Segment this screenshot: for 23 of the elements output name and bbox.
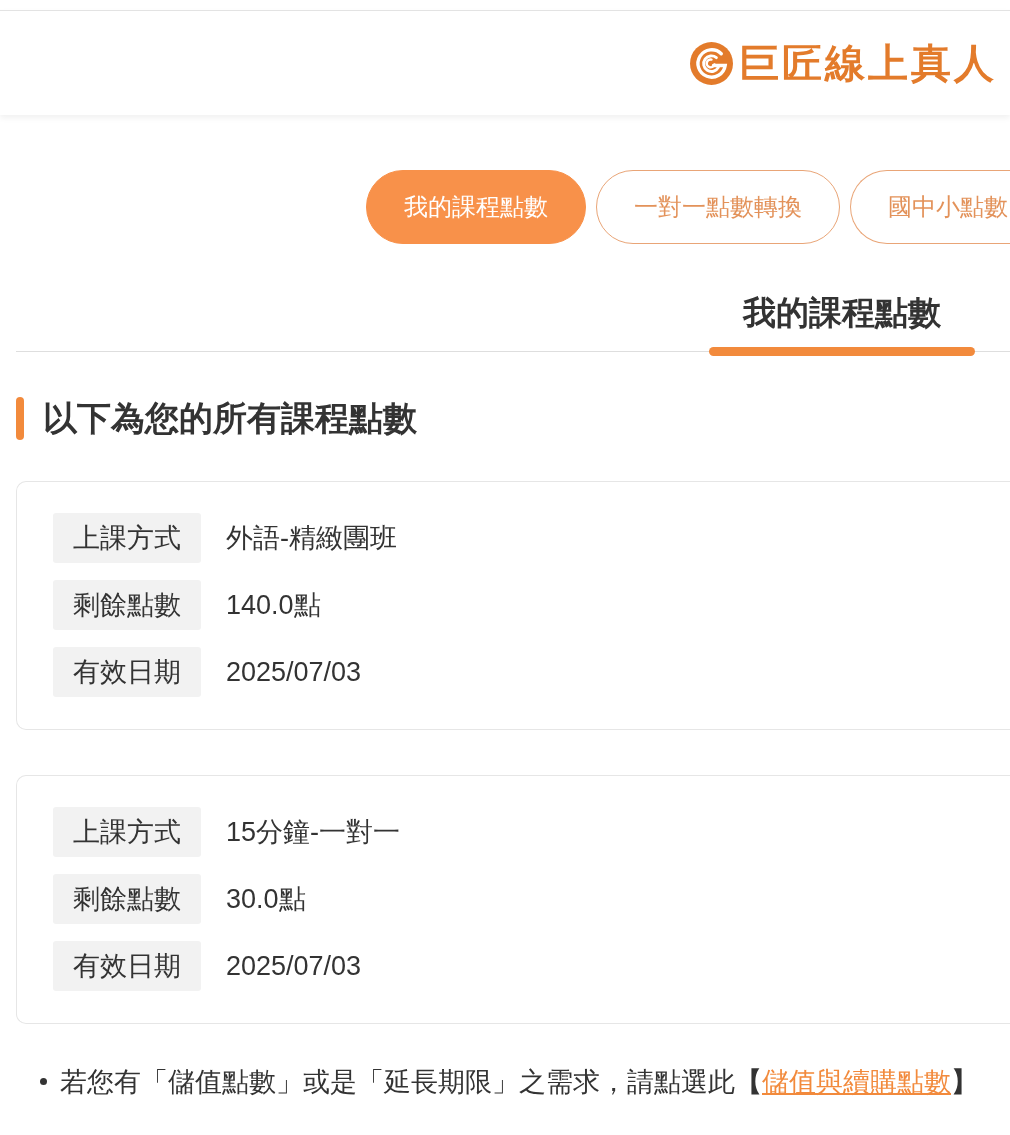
top-up-link[interactable]: 儲值與續購點數 [762,1066,951,1097]
note-text: 若您有「儲值點數」或是「延長期限」之需求，請點選此【儲值與續購點數】 [60,1065,978,1099]
field-label: 有效日期 [53,646,201,697]
field-value: 2025/07/03 [226,949,362,983]
category-tab[interactable]: 我的課程點數 [366,170,586,244]
field-label: 上課方式 [53,512,201,563]
bullet-icon [40,1078,47,1085]
field-value: 外語-精緻團班 [226,521,397,555]
heading-accent-bar [16,396,24,440]
section-tab[interactable]: 我的課程點數 [709,290,975,356]
category-tab[interactable]: 國中小點數 [850,170,1010,244]
field-label: 上課方式 [53,806,201,857]
field-value: 140.0點 [226,588,321,622]
category-tab[interactable]: 一對一點數轉換 [596,170,840,244]
field-value: 30.0點 [226,882,306,916]
field-label: 剩餘點數 [53,579,201,630]
field-value: 15分鐘-一對一 [226,815,401,849]
brand-name[interactable]: 巨匠線上真人 [739,43,997,83]
section-heading: 以下為您的所有課程點數 [43,397,417,439]
swirl-logo-icon[interactable] [690,41,733,85]
field-value: 2025/07/03 [226,655,362,689]
field-label: 有效日期 [53,940,201,991]
field-label: 剩餘點數 [53,873,201,924]
